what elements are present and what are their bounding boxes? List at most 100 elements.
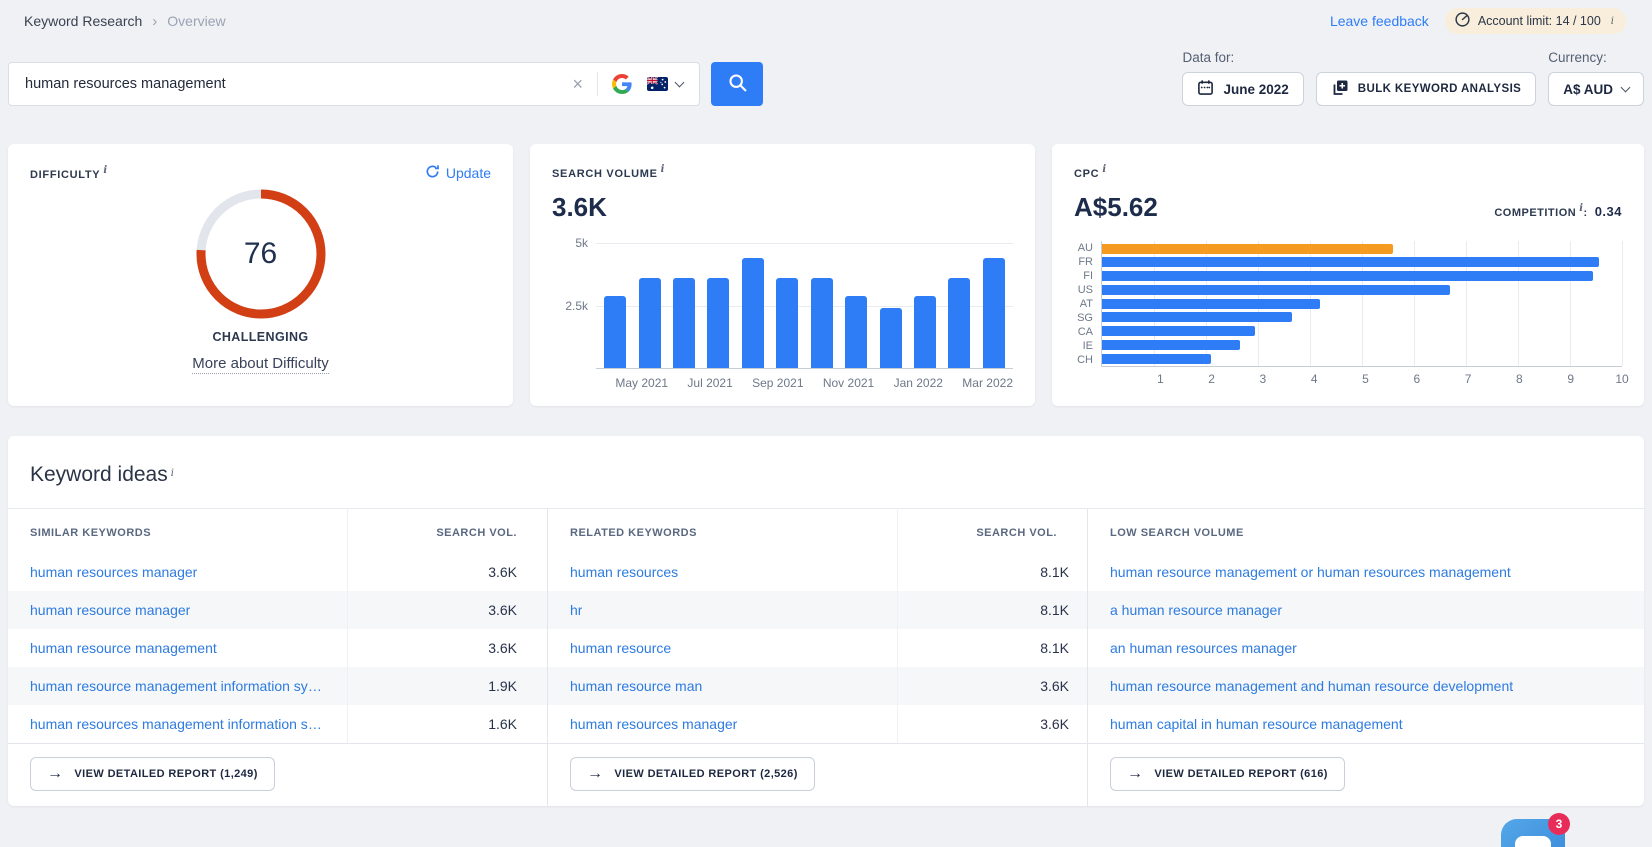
chevron-down-icon <box>1620 82 1631 92</box>
data-for-label: Data for: <box>1182 50 1235 65</box>
difficulty-level-label: CHALLENGING <box>212 330 309 344</box>
keyword-ideas-table: SIMILAR KEYWORDS SEARCH VOL. RELATED KEY… <box>8 508 1644 806</box>
search-volume-cell: 3.6K <box>898 667 1088 705</box>
currency-label: Currency: <box>1548 50 1607 65</box>
table-cell: a human resource manager <box>1088 591 1644 629</box>
table-cell: human resources manager <box>548 705 898 743</box>
search-button[interactable] <box>711 62 763 106</box>
keyword-link[interactable]: human resource manager <box>30 602 190 618</box>
competition-label: COMPETITION i: 0.34 <box>1494 203 1622 219</box>
cpc-bar-row <box>1102 297 1622 310</box>
search-volume-cell: 3.6K <box>348 591 548 629</box>
info-icon[interactable]: i <box>1611 16 1614 27</box>
cpc-x-tick-label: 3 <box>1259 372 1267 386</box>
column-header-related-keywords: RELATED KEYWORDS <box>548 508 898 553</box>
volume-x-axis-label: Sep 2021 <box>752 376 804 390</box>
info-icon[interactable]: i <box>1102 164 1107 175</box>
cpc-bar <box>1102 326 1256 336</box>
cpc-by-country-chart: AU FR FI US AT SG CA IE CH 1 2 3 4 5 6 7 8 9 10 <box>1074 241 1629 392</box>
cpc-bar-row <box>1102 270 1622 283</box>
cpc-x-tick-label: 1 <box>1156 372 1164 386</box>
keyword-link[interactable]: a human resource manager <box>1110 602 1282 618</box>
keyword-search-input[interactable] <box>25 76 563 92</box>
keyword-link[interactable]: human resource management and human reso… <box>1110 678 1513 694</box>
volume-x-axis-label: Jul 2021 <box>687 376 733 390</box>
volume-x-axis-label: Jan 2022 <box>893 376 943 390</box>
table-cell: human resource manager <box>8 591 348 629</box>
volume-bar <box>948 278 971 368</box>
keyword-link[interactable]: human capital in human resource manageme… <box>1110 716 1403 732</box>
bulk-analysis-icon <box>1331 79 1349 100</box>
volume-bar <box>982 258 1005 368</box>
arrow-right-icon: → <box>587 765 604 782</box>
cpc-bar <box>1102 312 1292 323</box>
clear-search-icon[interactable]: × <box>562 74 593 95</box>
keyword-link[interactable]: human resource <box>570 640 671 656</box>
info-icon[interactable]: i <box>103 165 108 176</box>
breadcrumb-keyword-research[interactable]: Keyword Research <box>24 13 142 29</box>
search-volume-cell: 8.1K <box>898 629 1088 667</box>
more-about-difficulty-link[interactable]: More about Difficulty <box>192 355 329 374</box>
search-volume-cell: 8.1K <box>898 591 1088 629</box>
bulk-keyword-analysis-button[interactable]: BULK KEYWORD ANALYSIS <box>1315 72 1537 106</box>
keyword-link[interactable]: an human resources manager <box>1110 640 1297 656</box>
account-limit-badge: Account limit: 14 / 100 i <box>1444 8 1626 34</box>
competition-value: 0.34 <box>1594 204 1622 219</box>
keyword-link[interactable]: human resources management information s… <box>30 716 325 732</box>
search-row-controls: Data for: June 2022 BULK KEYWORD ANALYSI… <box>1182 50 1644 106</box>
view-detailed-report-low-volume-button[interactable]: → VIEW DETAILED REPORT (616) <box>1110 757 1345 791</box>
difficulty-card: DIFFICULTY i Update 76 CHALLENGING More a… <box>8 144 513 406</box>
cpc-bar-row <box>1102 283 1622 296</box>
arrow-right-icon: → <box>1127 765 1144 782</box>
table-footer-cell: → VIEW DETAILED REPORT (1,249) <box>8 743 548 806</box>
keyword-link[interactable]: hr <box>570 602 582 618</box>
y-axis-label: 5k <box>575 236 588 250</box>
cpc-x-tick-label: 4 <box>1310 372 1318 386</box>
view-detailed-report-similar-button[interactable]: → VIEW DETAILED REPORT (1,249) <box>30 757 275 791</box>
keyword-link[interactable]: human resources manager <box>30 564 197 580</box>
keyword-link[interactable]: human resource man <box>570 678 702 694</box>
info-icon[interactable]: i <box>171 468 174 479</box>
cpc-bar <box>1102 353 1212 364</box>
table-cell: human resources manager <box>8 553 348 591</box>
search-volume-cell: 3.6K <box>898 705 1088 743</box>
info-icon[interactable]: i <box>661 164 666 175</box>
keyword-link[interactable]: human resource management or human resou… <box>1110 564 1511 580</box>
cpc-country-label: US <box>1077 284 1093 296</box>
keyword-search-box: × <box>8 62 700 106</box>
keyword-link[interactable]: human resources manager <box>570 716 737 732</box>
cpc-country-label: CA <box>1077 326 1093 338</box>
table-cell: human resource management <box>8 629 348 667</box>
date-picker-button[interactable]: June 2022 <box>1182 72 1304 106</box>
cpc-country-label: AU <box>1077 242 1093 254</box>
volume-bar <box>638 278 661 368</box>
column-header-low-search-volume: LOW SEARCH VOLUME <box>1088 508 1644 553</box>
currency-selector[interactable]: A$ AUD <box>1548 72 1644 106</box>
cpc-value: A$5.62 <box>1074 192 1158 222</box>
difficulty-score: 76 <box>243 237 278 270</box>
chat-widget-button[interactable]: 3 <box>1501 813 1570 847</box>
search-volume-cell: 8.1K <box>898 553 1088 591</box>
cpc-bar-row <box>1102 325 1622 338</box>
column-header-search-vol: SEARCH VOL. <box>898 508 1088 553</box>
leave-feedback-link[interactable]: Leave feedback <box>1330 13 1429 29</box>
view-detailed-report-related-button[interactable]: → VIEW DETAILED REPORT (2,526) <box>570 757 815 791</box>
breadcrumb: Keyword Research › Overview <box>24 13 226 30</box>
table-cell: hr <box>548 591 898 629</box>
keyword-ideas-title: Keyword ideas i <box>30 463 174 486</box>
table-cell: an human resources manager <box>1088 629 1644 667</box>
cpc-country-label: AT <box>1079 298 1093 310</box>
cpc-country-label: CH <box>1077 354 1093 366</box>
keyword-link[interactable]: human resource management <box>30 640 217 656</box>
cpc-country-label: SG <box>1077 312 1093 324</box>
search-volume-chart: 5k 2.5k May 2021 Jul 2021 Sep 2021 Nov 2021… <box>552 236 1013 390</box>
australia-flag-icon <box>647 77 668 91</box>
volume-bar <box>604 295 627 368</box>
country-selector[interactable] <box>641 77 689 91</box>
account-limit-text: Account limit: 14 / 100 <box>1477 14 1601 28</box>
cpc-country-label: IE <box>1082 340 1093 352</box>
update-difficulty-button[interactable]: Update <box>425 164 491 182</box>
keyword-link[interactable]: human resources <box>570 564 678 580</box>
keyword-link[interactable]: human resource management information sy… <box>30 678 325 694</box>
volume-bar <box>845 295 868 368</box>
